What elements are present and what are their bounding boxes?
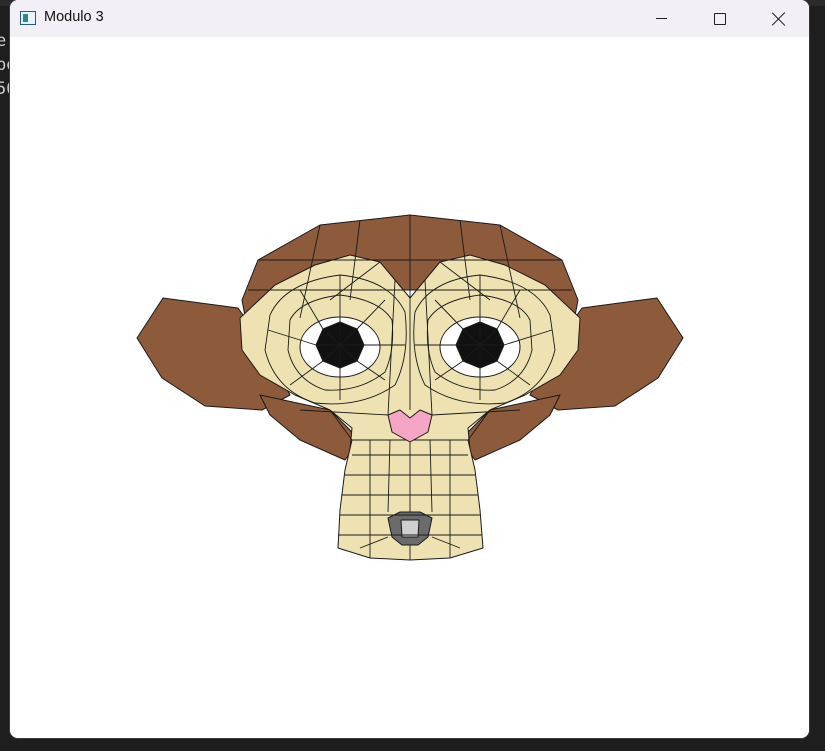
mouth-inner [400,519,420,538]
monkey-head-model [136,214,684,561]
render-viewport[interactable] [10,37,809,738]
app-window: Modulo 3 [10,0,809,738]
